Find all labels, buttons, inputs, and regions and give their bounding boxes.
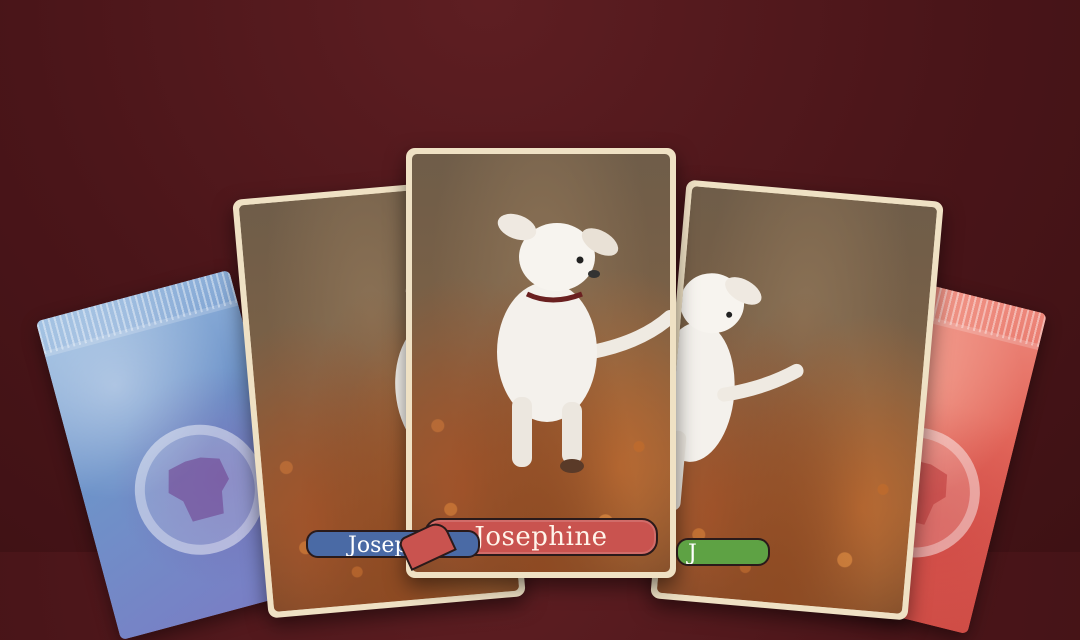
card-name-banner-partial: J bbox=[676, 538, 770, 566]
puppy-illustration bbox=[656, 273, 804, 511]
pack-crimp-edge bbox=[35, 269, 238, 355]
dog-photo: Josephine bbox=[412, 154, 670, 572]
dog-silhouette-icon bbox=[168, 457, 230, 522]
puppy-illustration bbox=[497, 213, 670, 473]
card-reveal-scene: Josephine Josep J bbox=[0, 0, 1080, 640]
dog-card-center[interactable]: Josephine bbox=[406, 148, 676, 578]
